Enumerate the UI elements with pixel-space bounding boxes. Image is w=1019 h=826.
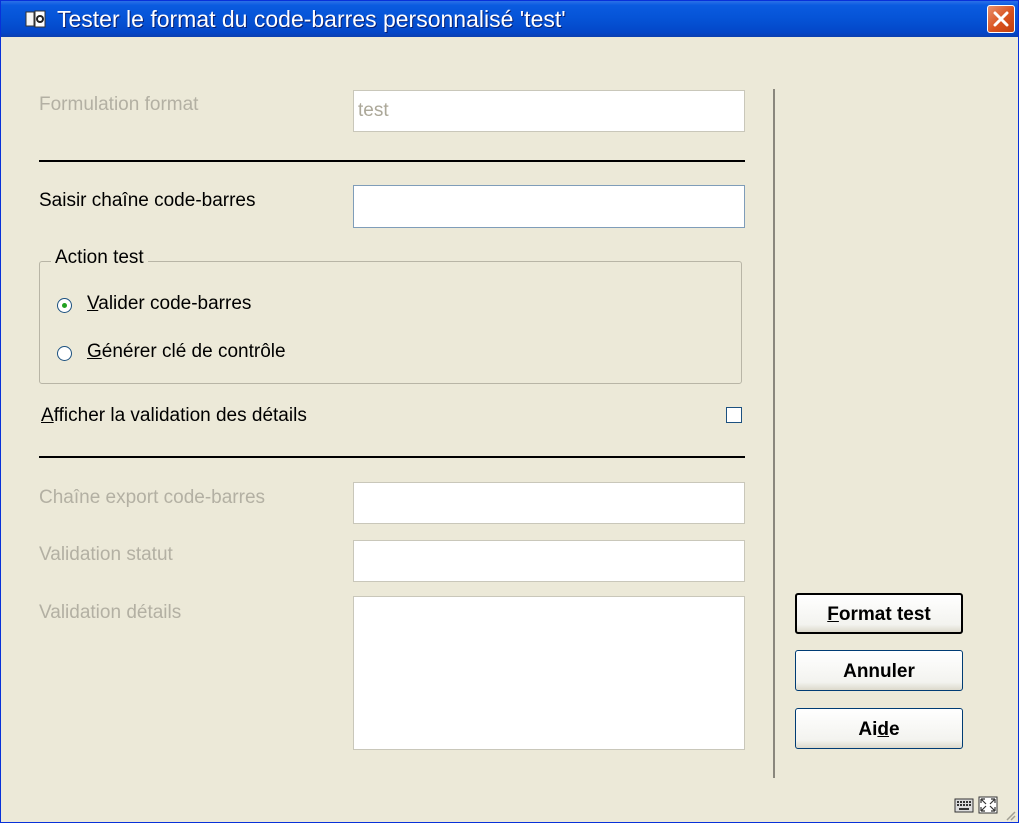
validation-status-label: Validation statut <box>39 544 173 565</box>
validation-status-field <box>353 540 745 582</box>
barcode-input-label: Saisir chaîne code-barres <box>39 190 256 211</box>
vertical-divider <box>773 89 775 778</box>
library-app-icon <box>25 10 47 30</box>
validation-details-field <box>353 596 745 750</box>
test-action-group-title: Action test <box>51 247 148 269</box>
separator-top <box>39 160 745 162</box>
format-test-button[interactable]: Format test <box>795 593 963 634</box>
barcode-input[interactable] <box>353 185 745 228</box>
radio-generate-label[interactable]: Générer clé de contrôle <box>87 341 286 363</box>
test-action-group <box>39 261 742 384</box>
separator-bottom <box>39 456 745 458</box>
format-formula-label: Formulation format <box>39 94 199 115</box>
status-icons <box>954 796 998 819</box>
close-icon <box>993 11 1009 27</box>
maximize-icon[interactable] <box>978 796 998 819</box>
dialog-window: Tester le format du code-barres personna… <box>0 0 1019 823</box>
dialog-body: Formulation format Saisir chaîne code-ba… <box>1 37 1018 822</box>
radio-validate-indicator[interactable] <box>57 298 72 313</box>
help-button[interactable]: Aide <box>795 708 963 749</box>
title-bar[interactable]: Tester le format du code-barres personna… <box>1 1 1018 37</box>
show-details-checkbox[interactable] <box>726 407 742 423</box>
cancel-button[interactable]: Annuler <box>795 650 963 691</box>
export-string-label: Chaîne export code-barres <box>39 487 266 508</box>
radio-validate-label[interactable]: Valider code-barres <box>87 293 251 315</box>
keyboard-icon[interactable] <box>954 796 974 819</box>
window-title: Tester le format du code-barres personna… <box>57 6 566 32</box>
validation-details-label: Validation détails <box>39 602 182 623</box>
export-string-field <box>353 482 745 524</box>
show-details-label[interactable]: Afficher la validation des détails <box>41 405 307 427</box>
close-button[interactable] <box>987 5 1015 33</box>
format-formula-field <box>353 90 745 132</box>
radio-generate-indicator[interactable] <box>57 346 72 361</box>
resize-grip-icon[interactable] <box>1004 808 1016 821</box>
